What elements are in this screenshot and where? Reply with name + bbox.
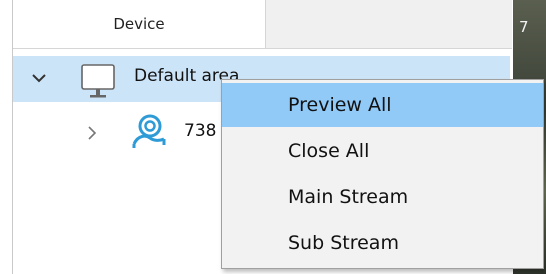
context-menu: Preview All Close All Main Stream Sub St… [221,79,544,269]
camera-label: 738 [184,121,217,141]
menu-item-sub-stream[interactable]: Sub Stream [222,221,543,265]
chevron-down-icon[interactable] [32,63,50,93]
chevron-right-icon[interactable] [87,118,105,148]
menu-item-close-all[interactable]: Close All [222,129,543,173]
device-column-header[interactable]: Device [13,0,266,48]
menu-item-main-stream[interactable]: Main Stream [222,175,543,219]
preview-label: 7 [519,18,529,36]
column-header-empty [266,0,512,48]
monitor-icon [79,61,117,101]
menu-item-preview-all[interactable]: Preview All [222,83,543,127]
camera-icon [128,111,168,151]
